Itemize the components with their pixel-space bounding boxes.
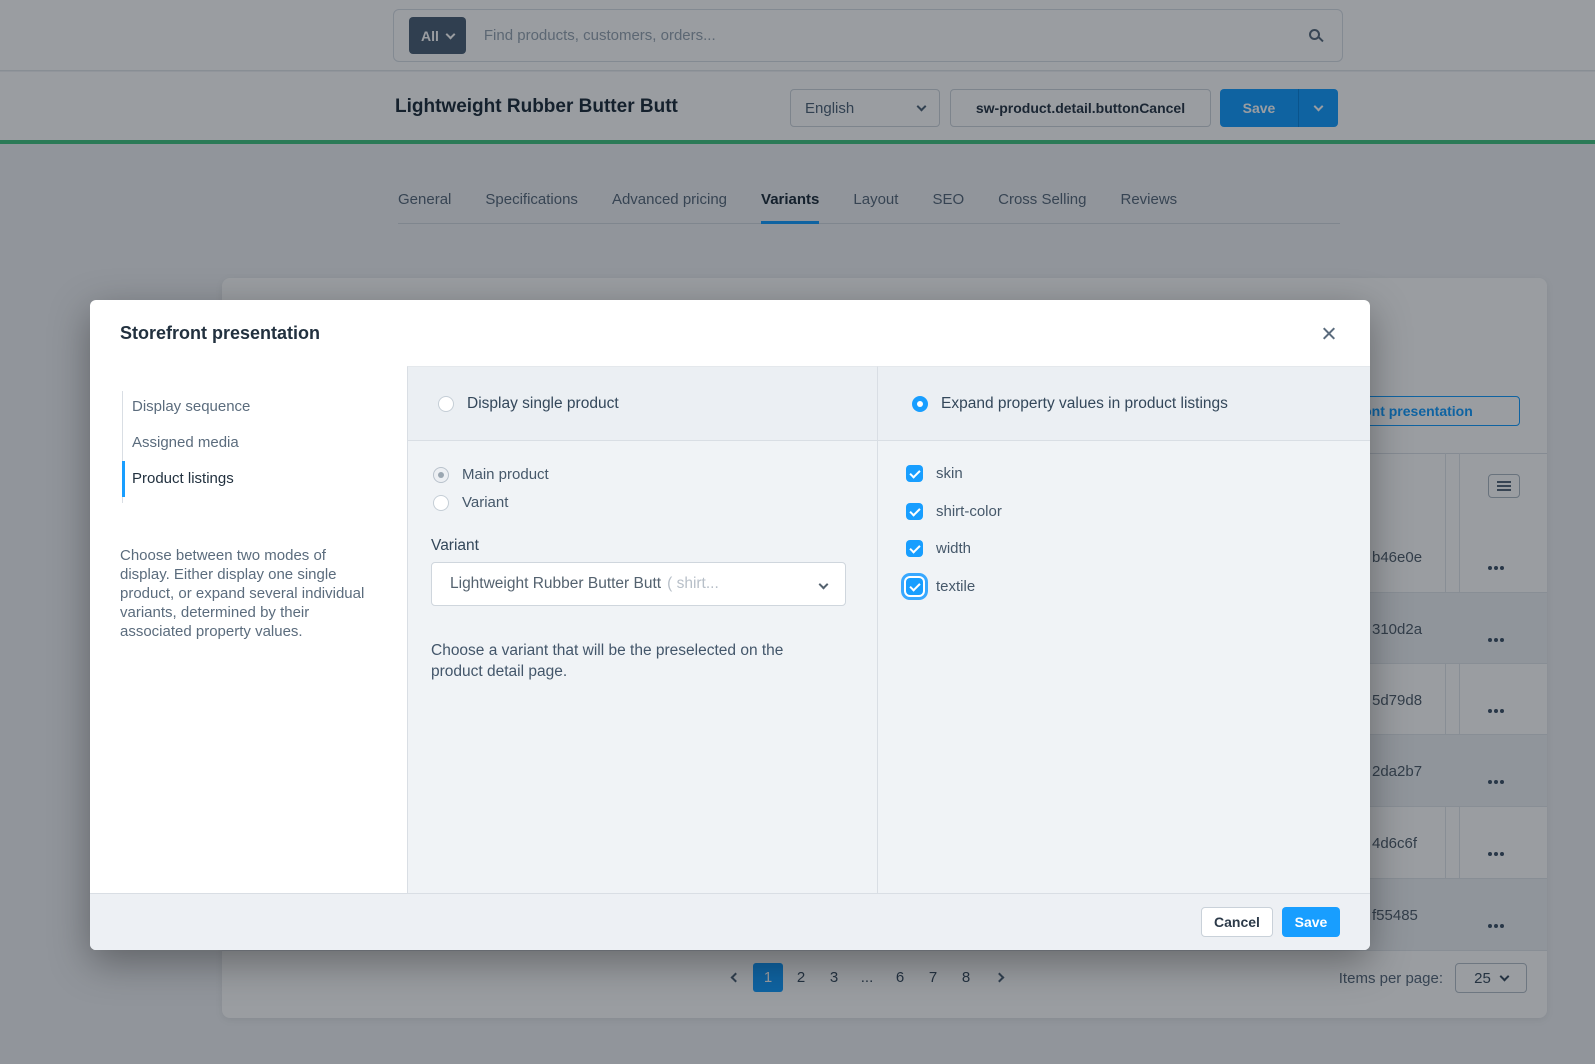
property-row-skin[interactable]: skin [906,465,963,482]
display-single-product-label: Display single product [467,395,619,413]
textile-label: textile [936,578,975,595]
single-product-option[interactable]: Display single product [408,367,877,441]
modal-sidebar: Display sequence Assigned media Product … [90,366,407,893]
variant-select-value: Lightweight Rubber Butter Butt [450,575,661,593]
variant-radio[interactable] [433,495,449,511]
expand-properties-option[interactable]: Expand property values in product listin… [878,367,1370,441]
variant-field-label: Variant [431,537,479,555]
shirt-color-checkbox[interactable] [906,503,923,520]
width-checkbox[interactable] [906,540,923,557]
modal-title: Storefront presentation [120,323,320,344]
single-product-body: Main product Variant Variant Lightweight… [408,441,877,893]
property-row-shirt-color[interactable]: shirt-color [906,503,1002,520]
sidebar-item-assigned-media[interactable]: Assigned media [122,425,352,461]
modal-header: Storefront presentation [90,300,1370,366]
shirt-color-label: shirt-color [936,503,1002,520]
modal-save-button[interactable]: Save [1282,907,1340,937]
modal-footer: Cancel Save [90,893,1370,950]
variant-option[interactable]: Variant [433,494,508,511]
variant-select-hint: ( shirt... [667,575,719,593]
skin-checkbox[interactable] [906,465,923,482]
display-single-product-radio[interactable] [438,396,454,412]
variant-option-label: Variant [462,494,508,511]
main-product-radio[interactable] [433,467,449,483]
expand-properties-column: Expand property values in product listin… [877,366,1370,893]
modal-body: Display sequence Assigned media Product … [90,366,1370,893]
mode-description: Choose between two modes of display. Eit… [120,546,378,641]
expand-properties-label: Expand property values in product listin… [941,395,1228,413]
textile-checkbox[interactable] [906,578,923,595]
single-product-column: Display single product Main product Vari… [407,366,877,893]
chevron-down-icon [820,575,827,593]
modal-cancel-button[interactable]: Cancel [1201,907,1273,937]
main-product-label: Main product [462,466,549,483]
sidebar-item-product-listings[interactable]: Product listings [122,461,352,497]
close-icon [1322,326,1336,340]
property-row-textile[interactable]: textile [906,578,975,595]
sidebar-item-display-sequence[interactable]: Display sequence [122,389,352,425]
properties-list: skin shirt-color width textile [878,441,1370,893]
main-product-option[interactable]: Main product [433,466,549,483]
modal-close-button[interactable] [1322,326,1336,345]
width-label: width [936,540,971,557]
skin-label: skin [936,465,963,482]
variant-help-text: Choose a variant that will be the presel… [431,640,831,682]
variant-select[interactable]: Lightweight Rubber Butter Butt ( shirt..… [431,562,846,606]
expand-properties-radio[interactable] [912,396,928,412]
property-row-width[interactable]: width [906,540,971,557]
storefront-presentation-modal: Storefront presentation Display sequence… [90,300,1370,950]
